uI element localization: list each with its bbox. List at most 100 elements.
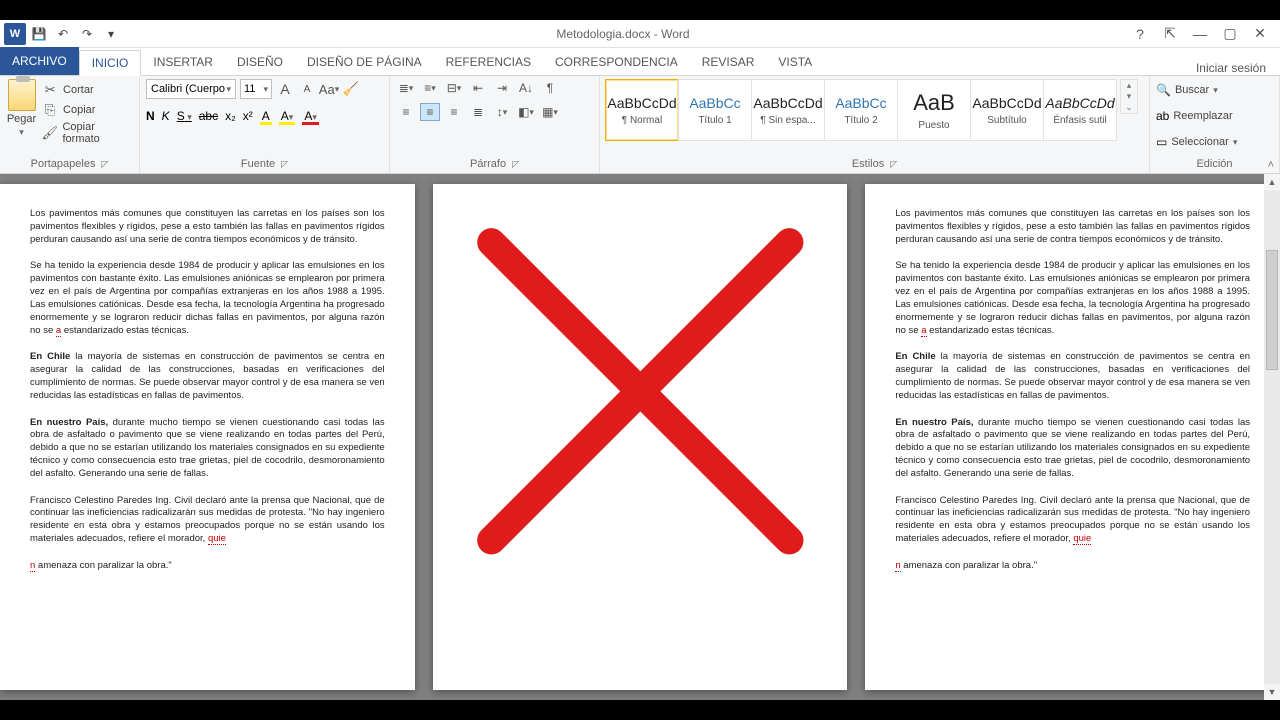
superscript-button[interactable]: x²: [243, 109, 253, 123]
doc-paragraph: En nuestro País, durante mucho tiempo se…: [895, 417, 1250, 481]
qat-more-icon[interactable]: ▾: [102, 25, 120, 43]
bullets-button[interactable]: ≣▾: [396, 79, 416, 97]
page-left[interactable]: Los pavimentos más comunes que constituy…: [0, 184, 415, 690]
styles-gallery[interactable]: AaBbCcDd¶ NormalAaBbCcTítulo 1AaBbCcDd¶ …: [606, 79, 1117, 141]
style-t-tulo-1[interactable]: AaBbCcTítulo 1: [678, 79, 752, 141]
sort-button[interactable]: A↓: [516, 79, 536, 97]
collapse-ribbon-icon[interactable]: ˄: [1268, 159, 1274, 171]
align-right-button[interactable]: ≡: [444, 103, 464, 121]
borders-button[interactable]: ▦▾: [540, 103, 560, 121]
tab-file[interactable]: ARCHIVO: [0, 47, 79, 75]
font-name-combo[interactable]: Calibri (Cuerpo▾: [146, 79, 236, 99]
multilevel-button[interactable]: ⊟▾: [444, 79, 464, 97]
tab-insert[interactable]: INSERTAR: [141, 49, 225, 75]
doc-paragraph: En nuestro País, durante mucho tiempo se…: [30, 417, 385, 481]
doc-paragraph: n amenaza con paralizar la obra.": [895, 560, 1250, 573]
save-icon[interactable]: 💾: [30, 25, 48, 43]
underline-button[interactable]: S ▾: [177, 109, 192, 123]
titlebar: W 💾 ↶ ↷ ▾ Metodologia.docx - Word ? ⇱ — …: [0, 20, 1280, 48]
group-paragraph-label: Párrafo: [470, 158, 506, 170]
doc-paragraph: Francisco Celestino Paredes Ing. Civil d…: [30, 495, 385, 546]
grow-font-icon[interactable]: A: [276, 80, 294, 98]
page-right[interactable]: Los pavimentos más comunes que constituy…: [865, 184, 1280, 690]
clipboard-launcher-icon[interactable]: ◸: [101, 159, 108, 170]
redo-icon[interactable]: ↷: [78, 25, 96, 43]
ribbon-tabs: ARCHIVO INICIO INSERTAR DISEÑO DISEÑO DE…: [0, 48, 1280, 76]
bold-button[interactable]: N: [146, 109, 155, 123]
strike-button[interactable]: abc: [199, 109, 218, 123]
justify-button[interactable]: ≣: [468, 103, 488, 121]
copy-button[interactable]: ⎘Copiar: [41, 101, 133, 119]
red-x-annotation: [463, 214, 818, 569]
group-font-label: Fuente: [241, 158, 275, 170]
tab-view[interactable]: VISTA: [766, 49, 824, 75]
highlight-button[interactable]: A▾: [279, 109, 296, 123]
style--sin-espa-[interactable]: AaBbCcDd¶ Sin espa...: [751, 79, 825, 141]
scroll-thumb[interactable]: [1266, 250, 1278, 370]
word-icon: W: [4, 23, 26, 45]
subscript-button[interactable]: x₂: [225, 109, 236, 123]
scroll-up-icon[interactable]: ▲: [1264, 174, 1280, 190]
paste-label: Pegar: [7, 113, 36, 125]
shrink-font-icon[interactable]: A: [298, 80, 316, 98]
undo-icon[interactable]: ↶: [54, 25, 72, 43]
tab-references[interactable]: REFERENCIAS: [434, 49, 543, 75]
style-subt-tulo[interactable]: AaBbCcDdSubtítulo: [970, 79, 1044, 141]
copy-icon: ⎘: [41, 101, 59, 119]
show-marks-button[interactable]: ¶: [540, 79, 560, 97]
shading-button[interactable]: ◧▾: [516, 103, 536, 121]
tab-review[interactable]: REVISAR: [690, 49, 767, 75]
align-center-button[interactable]: ≡: [420, 103, 440, 121]
tab-home[interactable]: INICIO: [79, 50, 142, 76]
tab-mailings[interactable]: CORRESPONDENCIA: [543, 49, 690, 75]
select-icon: ▭: [1156, 135, 1167, 149]
format-painter-button[interactable]: 🖌Copiar formato: [41, 121, 133, 145]
italic-button[interactable]: K: [162, 109, 170, 123]
page-middle[interactable]: [433, 184, 848, 690]
restore-icon[interactable]: ▢: [1216, 24, 1244, 44]
styles-launcher-icon[interactable]: ◸: [890, 159, 897, 170]
close-icon[interactable]: ✕: [1246, 24, 1274, 44]
font-launcher-icon[interactable]: ◸: [281, 159, 288, 170]
vertical-scrollbar[interactable]: ▲ ▼: [1264, 174, 1280, 700]
ribbon: Pegar ▾ ✂Cortar ⎘Copiar 🖌Copiar formato …: [0, 76, 1280, 174]
align-left-button[interactable]: ≡: [396, 103, 416, 121]
minimize-icon[interactable]: —: [1186, 24, 1214, 44]
group-clipboard-label: Portapapeles: [31, 158, 96, 170]
replace-icon: ab: [1156, 109, 1169, 123]
style-puesto[interactable]: AaBPuesto: [897, 79, 971, 141]
scissors-icon: ✂: [41, 81, 59, 99]
find-icon: 🔍: [1156, 83, 1171, 97]
document-area: Los pavimentos más comunes que constituy…: [0, 174, 1280, 700]
help-icon[interactable]: ?: [1126, 24, 1154, 44]
text-effects-button[interactable]: A: [260, 109, 272, 123]
styles-more[interactable]: ▴▾⌄: [1120, 79, 1138, 114]
line-spacing-button[interactable]: ↕▾: [492, 103, 512, 121]
tab-layout[interactable]: DISEÑO DE PÁGINA: [295, 49, 434, 75]
cut-button[interactable]: ✂Cortar: [41, 81, 133, 99]
numbering-button[interactable]: ≡▾: [420, 79, 440, 97]
change-case-icon[interactable]: Aa▾: [320, 80, 338, 98]
font-size-combo[interactable]: 11▾: [240, 79, 272, 99]
tab-design[interactable]: DISEÑO: [225, 49, 295, 75]
ribbon-display-icon[interactable]: ⇱: [1156, 24, 1184, 44]
doc-paragraph: Los pavimentos más comunes que constituy…: [895, 208, 1250, 246]
style-t-tulo-2[interactable]: AaBbCcTítulo 2: [824, 79, 898, 141]
group-editing-label: Edición: [1196, 158, 1232, 170]
paste-button[interactable]: Pegar ▾: [6, 79, 37, 138]
clear-format-icon[interactable]: 🧹: [342, 80, 360, 98]
scroll-down-icon[interactable]: ▼: [1264, 684, 1280, 700]
paragraph-launcher-icon[interactable]: ◸: [512, 159, 519, 170]
signin-link[interactable]: Iniciar sesión: [1196, 61, 1266, 75]
doc-paragraph: Francisco Celestino Paredes Ing. Civil d…: [895, 495, 1250, 546]
style--normal[interactable]: AaBbCcDd¶ Normal: [605, 79, 679, 141]
style--nfasis-sutil[interactable]: AaBbCcDdÉnfasis sutil: [1043, 79, 1117, 141]
select-button[interactable]: ▭Seleccionar▾: [1156, 131, 1237, 153]
doc-paragraph: n amenaza con paralizar la obra.": [30, 560, 385, 573]
find-button[interactable]: 🔍Buscar▾: [1156, 79, 1218, 101]
font-color-button[interactable]: A▾: [302, 109, 319, 123]
replace-button[interactable]: abReemplazar: [1156, 105, 1233, 127]
indent-button[interactable]: ⇥: [492, 79, 512, 97]
clipboard-icon: [8, 79, 36, 111]
outdent-button[interactable]: ⇤: [468, 79, 488, 97]
